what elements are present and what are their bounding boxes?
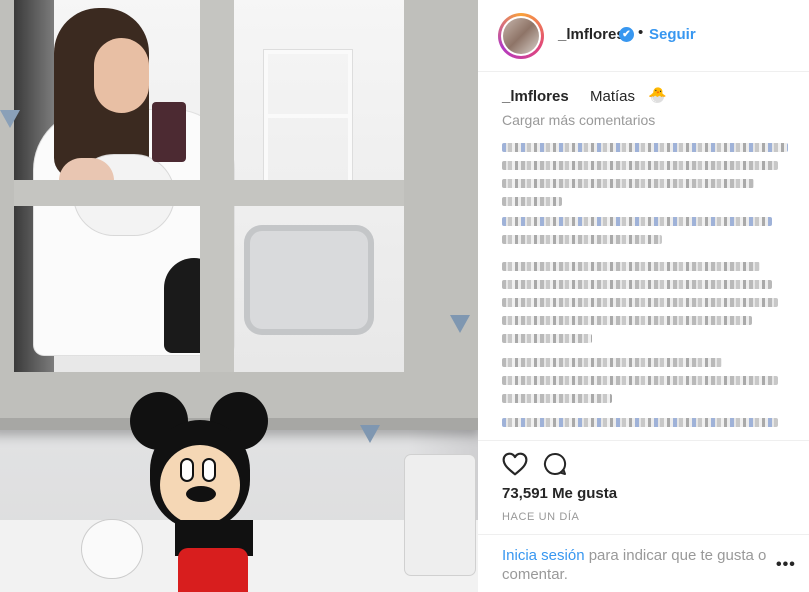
likes-count[interactable]: 73,591 Me gusta (502, 485, 617, 502)
verified-badge-icon: ✔ (619, 27, 634, 42)
baby-rocker (244, 225, 374, 335)
blurred-comment (502, 358, 788, 412)
blurred-comment (502, 143, 788, 215)
blurred-comment (502, 418, 788, 436)
likes-number: 73,591 (502, 485, 548, 502)
blurred-line (502, 316, 752, 325)
post-header: _lmflores ✔ • Seguir (478, 0, 809, 72)
header-username[interactable]: _lmflores (558, 26, 625, 43)
header-separator: • (638, 24, 644, 41)
mickey-face (160, 445, 240, 525)
reflected-shelf (264, 50, 352, 198)
blurred-line (502, 217, 772, 226)
blurred-line (502, 334, 592, 343)
avatar-story-ring[interactable] (498, 13, 544, 59)
blurred-line (502, 298, 778, 307)
blurred-line (502, 179, 754, 188)
blurred-line (502, 280, 772, 289)
blurred-line (502, 394, 612, 403)
more-options-icon[interactable]: ••• (776, 556, 796, 574)
post-side-panel: _lmflores ✔ • Seguir _lmflores Matías 🐣 … (478, 0, 809, 592)
caption-username[interactable]: _lmflores (502, 88, 569, 105)
person-face (94, 38, 149, 113)
blurred-line (502, 262, 760, 271)
actions-divider (478, 440, 809, 441)
post-timestamp[interactable]: HACE UN DÍA (502, 511, 580, 523)
heart-icon[interactable] (502, 452, 528, 476)
frame-mullion-horizontal (14, 180, 404, 206)
login-link[interactable]: Inicia sesión (502, 547, 585, 564)
caption-emoji: 🐣 (648, 87, 667, 104)
footer-divider (478, 534, 809, 535)
mickey-glove (82, 520, 142, 578)
bunting-flag (0, 110, 20, 128)
avatar-image (503, 18, 539, 54)
mickey-shorts (178, 548, 248, 592)
follow-button[interactable]: Seguir (649, 26, 696, 43)
blurred-line (502, 418, 778, 427)
blurred-line (502, 235, 662, 244)
caption-text: Matías (590, 88, 636, 105)
blurred-comment (502, 217, 788, 253)
blurred-line (502, 143, 788, 152)
post-photo[interactable] (0, 0, 478, 592)
blurred-line (502, 197, 562, 206)
mickey-nose (186, 486, 216, 502)
mickey-eye-left (180, 458, 194, 482)
load-more-comments-button[interactable]: Cargar más comentarios (502, 112, 655, 128)
mirror-reflection (14, 0, 404, 372)
bunting-flag (360, 425, 380, 443)
phone (152, 102, 186, 162)
window-mirror-frame (0, 0, 478, 430)
login-prompt: Inicia sesión para indicar que te gusta … (502, 546, 772, 584)
comment-icon[interactable] (542, 452, 568, 476)
bunting-flag (450, 315, 470, 333)
avatar[interactable] (501, 16, 541, 56)
star-lamp (405, 455, 475, 575)
blurred-line (502, 376, 778, 385)
likes-label: Me gusta (552, 485, 618, 502)
mickey-eye-right (202, 458, 216, 482)
blurred-comment (502, 262, 788, 352)
blurred-line (502, 161, 778, 170)
blurred-line (502, 358, 722, 367)
